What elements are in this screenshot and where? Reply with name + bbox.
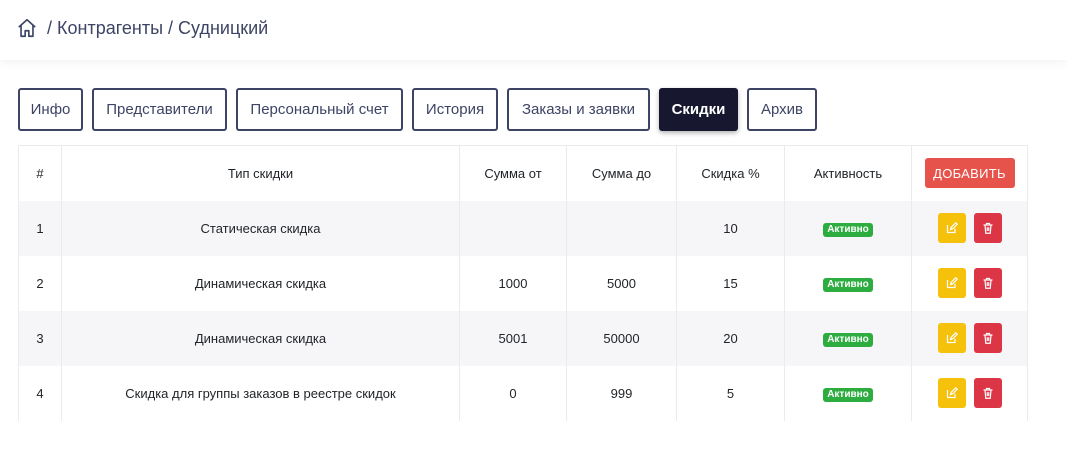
trash-icon — [983, 222, 992, 234]
table-row: 2 Динамическая скидка 1000 5000 15 Активно — [18, 255, 1028, 311]
edit-button[interactable] — [937, 268, 966, 298]
cell-sum-from: 0 — [459, 365, 567, 421]
discounts-table: # Тип скидки Сумма от Сумма до Скидка % … — [18, 145, 1028, 421]
cell-sum-from: 1000 — [459, 255, 567, 311]
edit-icon — [946, 277, 958, 289]
row-actions — [937, 378, 1002, 408]
tab-info[interactable]: Инфо — [18, 88, 83, 131]
cell-discount: 20 — [676, 310, 785, 366]
delete-button[interactable] — [973, 378, 1002, 408]
status-badge: Активно — [823, 332, 873, 347]
tab-archive[interactable]: Архив — [747, 88, 817, 131]
cell-type: Динамическая скидка — [61, 255, 460, 311]
cell-actions — [911, 365, 1028, 421]
cell-num: 4 — [18, 365, 62, 421]
tab-personal-account[interactable]: Персональный счет — [236, 88, 403, 131]
cell-sum-from: 5001 — [459, 310, 567, 366]
edit-button[interactable] — [937, 213, 966, 243]
delete-button[interactable] — [973, 323, 1002, 353]
top-bar: / Контрагенты / Судницкий — [0, 0, 1067, 60]
status-badge: Активно — [823, 222, 873, 237]
trash-icon — [983, 387, 992, 399]
edit-icon — [946, 387, 958, 399]
edit-button[interactable] — [937, 378, 966, 408]
cell-discount: 15 — [676, 255, 785, 311]
cell-num: 3 — [18, 310, 62, 366]
cell-activity: Активно — [784, 310, 912, 366]
edit-icon — [946, 332, 958, 344]
delete-button[interactable] — [973, 213, 1002, 243]
cell-discount: 10 — [676, 200, 785, 256]
row-actions — [937, 268, 1002, 298]
cell-activity: Активно — [784, 255, 912, 311]
tab-bar: Инфо Представители Персональный счет Ист… — [18, 88, 826, 131]
cell-activity: Активно — [784, 200, 912, 256]
cell-type: Скидка для группы заказов в реестре скид… — [61, 365, 460, 421]
trash-icon — [983, 277, 992, 289]
cell-type: Статическая скидка — [61, 200, 460, 256]
status-badge: Активно — [823, 277, 873, 292]
cell-actions — [911, 310, 1028, 366]
tab-orders[interactable]: Заказы и заявки — [507, 88, 650, 131]
cell-num: 1 — [18, 200, 62, 256]
table-row: 4 Скидка для группы заказов в реестре ски… — [18, 365, 1028, 421]
cell-activity: Активно — [784, 365, 912, 421]
status-badge: Активно — [823, 387, 873, 402]
tab-discounts[interactable]: Скидки — [659, 88, 738, 131]
cell-sum-to: 5000 — [566, 255, 677, 311]
delete-button[interactable] — [973, 268, 1002, 298]
header-num: # — [18, 145, 62, 201]
edit-icon — [946, 222, 958, 234]
cell-num: 2 — [18, 255, 62, 311]
breadcrumb: / Контрагенты / Судницкий — [16, 17, 268, 39]
cell-sum-to: 999 — [566, 365, 677, 421]
cell-actions — [911, 200, 1028, 256]
table-row: 3 Динамическая скидка 5001 50000 20 Активно — [18, 310, 1028, 366]
tab-representatives[interactable]: Представители — [92, 88, 227, 131]
row-actions — [937, 323, 1002, 353]
home-icon[interactable] — [16, 17, 38, 39]
row-actions — [937, 213, 1002, 243]
cell-sum-to — [566, 200, 677, 256]
table-row: 1 Статическая скидка 10 Активно — [18, 200, 1028, 256]
breadcrumb-contractors[interactable]: Контрагенты — [57, 18, 163, 39]
breadcrumb-current: Судницкий — [178, 17, 269, 38]
add-button[interactable]: ДОБАВИТЬ — [924, 158, 1015, 189]
breadcrumb-separator: / — [168, 17, 174, 38]
cell-sum-to: 50000 — [566, 310, 677, 366]
tab-history[interactable]: История — [412, 88, 498, 131]
header-discount: Скидка % — [676, 145, 785, 201]
cell-discount: 5 — [676, 365, 785, 421]
discounts-table-container: # Тип скидки Сумма от Сумма до Скидка % … — [18, 145, 1028, 421]
table-header-row: # Тип скидки Сумма от Сумма до Скидка % … — [18, 145, 1028, 201]
header-sum-from: Сумма от — [459, 145, 567, 201]
header-sum-to: Сумма до — [566, 145, 677, 201]
breadcrumb-separator: / — [47, 17, 53, 38]
header-actions: ДОБАВИТЬ — [911, 145, 1028, 201]
cell-actions — [911, 255, 1028, 311]
header-activity: Активность — [784, 145, 912, 201]
trash-icon — [983, 332, 992, 344]
cell-sum-from — [459, 200, 567, 256]
cell-type: Динамическая скидка — [61, 310, 460, 366]
header-type: Тип скидки — [61, 145, 460, 201]
edit-button[interactable] — [937, 323, 966, 353]
